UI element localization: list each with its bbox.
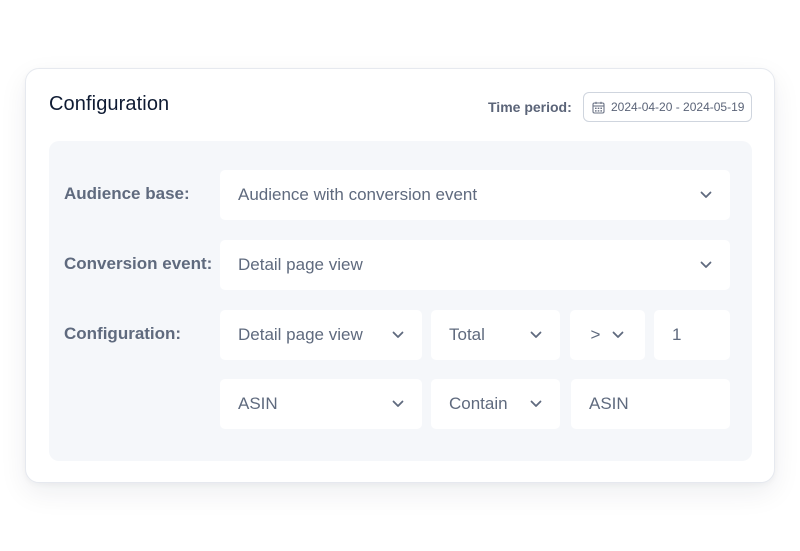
match-value-text: ASIN	[589, 394, 629, 413]
conversion-event-select[interactable]: Detail page view	[220, 240, 730, 290]
conversion-event-label: Conversion event:	[64, 254, 213, 273]
chevron-down-icon	[392, 331, 404, 339]
time-period-label: Time period:	[488, 99, 572, 115]
conversion-event-value: Detail page view	[238, 255, 363, 274]
attribute-value: ASIN	[238, 394, 278, 413]
card-title: Configuration	[49, 93, 170, 115]
attribute-select[interactable]: ASIN	[220, 379, 422, 429]
aggregation-select[interactable]: Total	[431, 310, 560, 360]
date-range-button[interactable]: 2024-04-20 - 2024-05-19	[583, 92, 752, 122]
event-value: Detail page view	[238, 325, 363, 344]
match-select[interactable]: Contain	[431, 379, 560, 429]
match-value: Contain	[449, 394, 508, 413]
date-range-value: 2024-04-20 - 2024-05-19	[611, 100, 745, 114]
chevron-down-icon	[700, 191, 712, 199]
audience-base-value: Audience with conversion event	[238, 185, 478, 204]
aggregation-value: Total	[449, 325, 485, 344]
configuration-card: Configuration Time period: 2024-04-20 - …	[25, 68, 775, 483]
threshold-value: 1	[672, 325, 682, 344]
calendar-icon	[592, 101, 605, 114]
configuration-panel: Audience base: Audience with conversion …	[49, 141, 752, 461]
threshold-input[interactable]: 1	[654, 310, 730, 360]
configuration-label: Configuration:	[64, 324, 182, 343]
match-value-input[interactable]: ASIN	[571, 379, 730, 429]
chevron-down-icon	[392, 400, 404, 408]
chevron-down-icon	[612, 331, 624, 339]
chevron-down-icon	[700, 261, 712, 269]
operator-select[interactable]: >	[570, 310, 645, 360]
chevron-down-icon	[530, 400, 542, 408]
audience-base-label: Audience base:	[64, 184, 190, 203]
audience-base-select[interactable]: Audience with conversion event	[220, 170, 730, 220]
event-select[interactable]: Detail page view	[220, 310, 422, 360]
chevron-down-icon	[530, 331, 542, 339]
operator-value: >	[590, 325, 601, 344]
